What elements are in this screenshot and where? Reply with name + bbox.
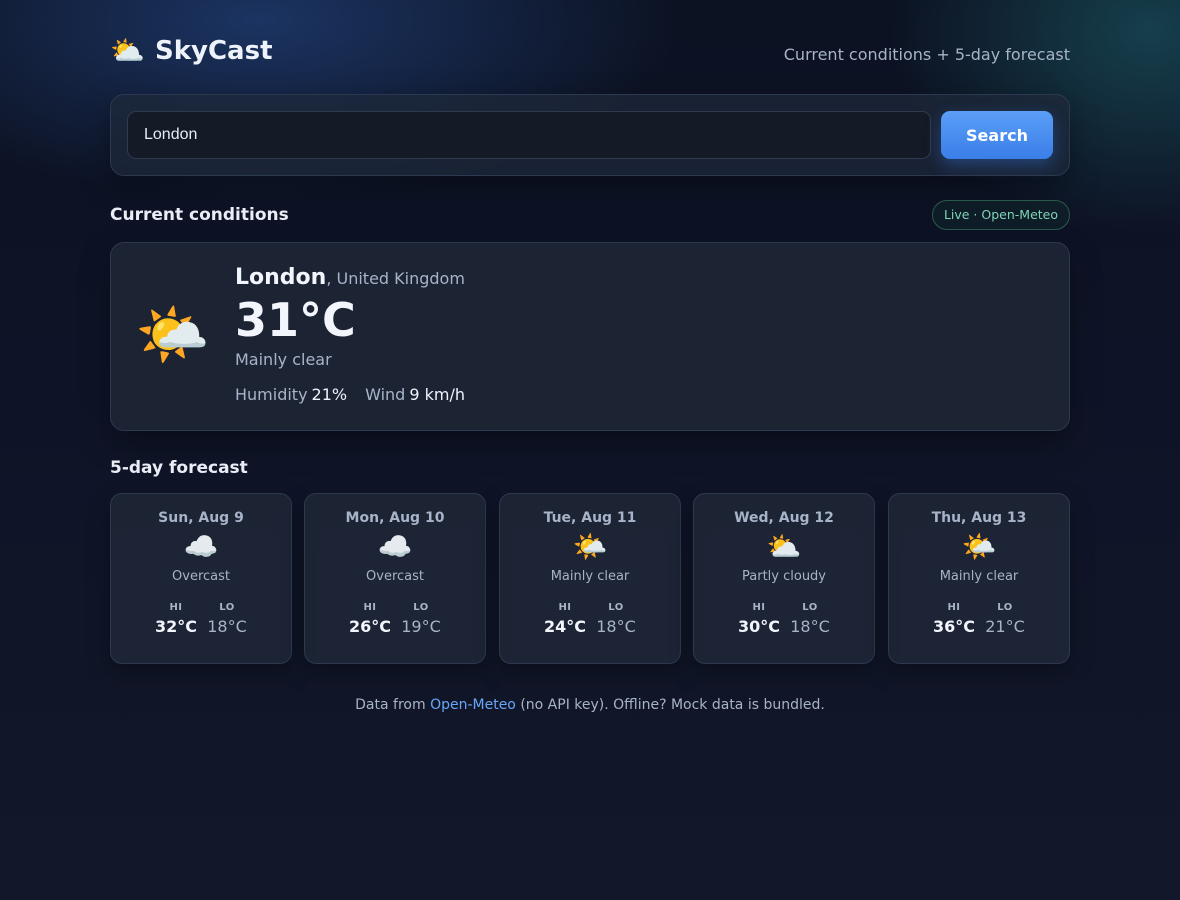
- forecast-high: 36°C: [932, 617, 975, 636]
- sun-behind-large-cloud-icon: 🌤️: [572, 530, 608, 563]
- current-conditions-title: Current conditions: [110, 205, 289, 225]
- forecast-hilo: HI 30°C LO 18°C: [694, 602, 874, 636]
- cloud-icon: ☁️: [183, 530, 219, 563]
- forecast-low: 19°C: [401, 617, 441, 636]
- current-temperature: 31°C: [235, 293, 356, 347]
- location-line: London, United Kingdom: [235, 265, 465, 290]
- forecast-high: 32°C: [154, 617, 197, 636]
- current-metrics: Humidity 21% Wind 9 km/h: [235, 385, 465, 404]
- current-conditions-card: 🌤️ London, United Kingdom 31°C Mainly cl…: [110, 242, 1070, 431]
- app-container: ⛅ SkyCast Current conditions + 5-day for…: [110, 0, 1070, 713]
- forecast-row: Sun, Aug 9 ☁️ Overcast HI 32°C LO 18°C Mon…: [110, 493, 1070, 664]
- forecast-day-card: Mon, Aug 10 ☁️ Overcast HI 26°C LO 19°C: [304, 493, 486, 664]
- current-info: London, United Kingdom 31°C Mainly clear…: [235, 265, 465, 404]
- forecast-high: 24°C: [543, 617, 586, 636]
- forecast-hilo: HI 36°C LO 21°C: [889, 602, 1069, 636]
- hi-label: HI: [558, 602, 572, 613]
- header: ⛅ SkyCast Current conditions + 5-day for…: [110, 0, 1070, 94]
- live-source-badge: Live · Open-Meteo: [931, 200, 1070, 230]
- forecast-condition: Mainly clear: [939, 569, 1019, 584]
- forecast-condition: Mainly clear: [550, 569, 630, 584]
- forecast-day-card: Wed, Aug 12 ⛅ Partly cloudy HI 30°C LO 18°…: [693, 493, 875, 664]
- sun-behind-large-cloud-icon: 🌤️: [135, 300, 210, 370]
- sun-behind-cloud-icon: ⛅: [110, 34, 145, 67]
- cloud-icon: ☁️: [377, 530, 413, 563]
- city-name: London: [235, 265, 327, 290]
- sun-behind-cloud-icon: ⛅: [766, 530, 802, 563]
- humidity-value: 21%: [311, 385, 348, 404]
- footer: Data from Open-Meteo (no API key). Offli…: [110, 697, 1070, 713]
- hi-label: HI: [752, 602, 766, 613]
- hi-label: HI: [363, 602, 377, 613]
- forecast-day-card: Thu, Aug 13 🌤️ Mainly clear HI 36°C LO 21°…: [888, 493, 1070, 664]
- forecast-high: 26°C: [348, 617, 391, 636]
- city-search-input[interactable]: [127, 111, 931, 159]
- wind-value: 9 km/h: [409, 385, 465, 404]
- forecast-hilo: HI 26°C LO 19°C: [305, 602, 485, 636]
- forecast-date: Mon, Aug 10: [345, 510, 445, 526]
- forecast-low: 18°C: [207, 617, 247, 636]
- lo-label: LO: [219, 602, 235, 613]
- brand: ⛅ SkyCast: [110, 34, 273, 68]
- hi-label: HI: [169, 602, 183, 613]
- current-condition: Mainly clear: [235, 350, 332, 369]
- forecast-condition: Partly cloudy: [742, 569, 826, 584]
- forecast-hilo: HI 24°C LO 18°C: [500, 602, 680, 636]
- humidity-label: Humidity: [235, 385, 308, 404]
- forecast-condition: Overcast: [172, 569, 230, 584]
- forecast-low: 18°C: [596, 617, 636, 636]
- lo-label: LO: [413, 602, 429, 613]
- forecast-date: Wed, Aug 12: [734, 510, 834, 526]
- footer-prefix: Data from: [355, 697, 431, 713]
- tagline: Current conditions + 5-day forecast: [783, 45, 1070, 64]
- search-button[interactable]: Search: [941, 111, 1053, 159]
- forecast-low: 18°C: [790, 617, 830, 636]
- lo-label: LO: [997, 602, 1013, 613]
- forecast-date: Thu, Aug 13: [931, 510, 1027, 526]
- open-meteo-link[interactable]: Open-Meteo: [430, 697, 516, 713]
- forecast-condition: Overcast: [366, 569, 424, 584]
- forecast-hilo: HI 32°C LO 18°C: [111, 602, 291, 636]
- wind-label: Wind: [365, 385, 406, 404]
- sun-behind-large-cloud-icon: 🌤️: [961, 530, 997, 563]
- forecast-day-card: Sun, Aug 9 ☁️ Overcast HI 32°C LO 18°C: [110, 493, 292, 664]
- forecast-title: 5-day forecast: [110, 458, 248, 478]
- forecast-low: 21°C: [985, 617, 1025, 636]
- forecast-date: Sun, Aug 9: [158, 510, 244, 526]
- footer-suffix: (no API key). Offline? Mock data is bund…: [515, 697, 825, 713]
- lo-label: LO: [608, 602, 624, 613]
- forecast-day-card: Tue, Aug 11 🌤️ Mainly clear HI 24°C LO 18°…: [499, 493, 681, 664]
- brand-name: SkyCast: [155, 36, 273, 66]
- lo-label: LO: [802, 602, 818, 613]
- forecast-high: 30°C: [737, 617, 780, 636]
- forecast-date: Tue, Aug 11: [543, 510, 637, 526]
- hi-label: HI: [947, 602, 961, 613]
- country-name: , United Kingdom: [326, 269, 465, 288]
- search-card: Search: [110, 94, 1070, 176]
